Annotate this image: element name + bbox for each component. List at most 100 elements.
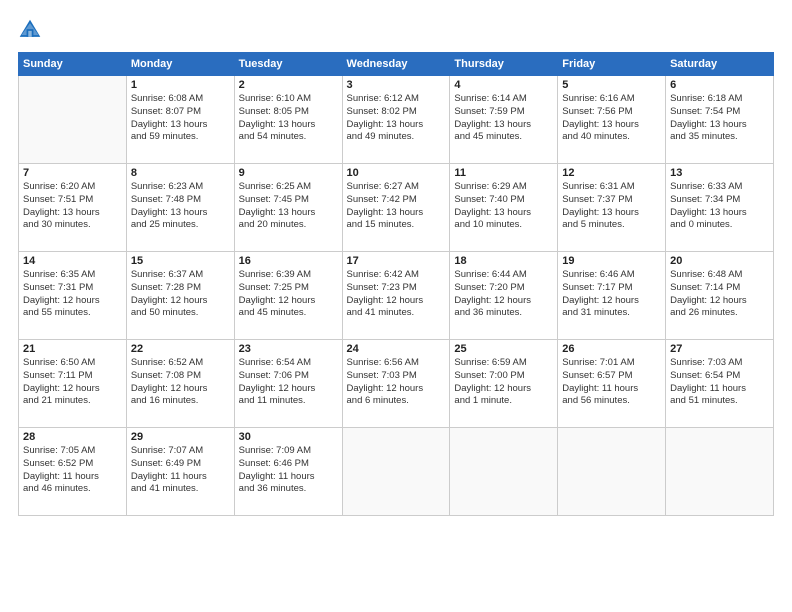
day-info: Sunrise: 6:25 AMSunset: 7:45 PMDaylight:… [239, 181, 338, 232]
day-number: 17 [347, 255, 446, 267]
day-info: Sunrise: 6:14 AMSunset: 7:59 PMDaylight:… [454, 93, 553, 144]
calendar-cell: 4 Sunrise: 6:14 AMSunset: 7:59 PMDaylight… [450, 76, 558, 164]
day-number: 27 [670, 343, 769, 355]
day-info: Sunrise: 7:05 AMSunset: 6:52 PMDaylight:… [23, 445, 122, 496]
day-info: Sunrise: 6:56 AMSunset: 7:03 PMDaylight:… [347, 357, 446, 408]
day-info: Sunrise: 6:12 AMSunset: 8:02 PMDaylight:… [347, 93, 446, 144]
calendar-week-row: 21 Sunrise: 6:50 AMSunset: 7:11 PMDayligh… [19, 340, 774, 428]
calendar-cell: 15 Sunrise: 6:37 AMSunset: 7:28 PMDayligh… [126, 252, 234, 340]
day-info: Sunrise: 6:10 AMSunset: 8:05 PMDaylight:… [239, 93, 338, 144]
calendar-cell: 19 Sunrise: 6:46 AMSunset: 7:17 PMDayligh… [558, 252, 666, 340]
day-info: Sunrise: 7:09 AMSunset: 6:46 PMDaylight:… [239, 445, 338, 496]
col-header-thursday: Thursday [450, 53, 558, 76]
day-info: Sunrise: 7:07 AMSunset: 6:49 PMDaylight:… [131, 445, 230, 496]
calendar-cell [666, 428, 774, 516]
day-number: 13 [670, 167, 769, 179]
calendar-cell: 29 Sunrise: 7:07 AMSunset: 6:49 PMDayligh… [126, 428, 234, 516]
day-info: Sunrise: 6:35 AMSunset: 7:31 PMDaylight:… [23, 269, 122, 320]
day-info: Sunrise: 6:48 AMSunset: 7:14 PMDaylight:… [670, 269, 769, 320]
calendar-cell: 6 Sunrise: 6:18 AMSunset: 7:54 PMDaylight… [666, 76, 774, 164]
calendar-cell: 14 Sunrise: 6:35 AMSunset: 7:31 PMDayligh… [19, 252, 127, 340]
calendar-table: SundayMondayTuesdayWednesdayThursdayFrid… [18, 52, 774, 516]
day-info: Sunrise: 6:08 AMSunset: 8:07 PMDaylight:… [131, 93, 230, 144]
calendar-cell [450, 428, 558, 516]
calendar-cell: 2 Sunrise: 6:10 AMSunset: 8:05 PMDaylight… [234, 76, 342, 164]
day-info: Sunrise: 6:54 AMSunset: 7:06 PMDaylight:… [239, 357, 338, 408]
day-number: 4 [454, 79, 553, 91]
day-info: Sunrise: 7:01 AMSunset: 6:57 PMDaylight:… [562, 357, 661, 408]
day-info: Sunrise: 6:46 AMSunset: 7:17 PMDaylight:… [562, 269, 661, 320]
day-number: 2 [239, 79, 338, 91]
calendar-week-row: 1 Sunrise: 6:08 AMSunset: 8:07 PMDaylight… [19, 76, 774, 164]
calendar-week-row: 14 Sunrise: 6:35 AMSunset: 7:31 PMDayligh… [19, 252, 774, 340]
calendar-cell [342, 428, 450, 516]
day-info: Sunrise: 6:42 AMSunset: 7:23 PMDaylight:… [347, 269, 446, 320]
col-header-wednesday: Wednesday [342, 53, 450, 76]
col-header-sunday: Sunday [19, 53, 127, 76]
header [18, 18, 774, 42]
day-number: 22 [131, 343, 230, 355]
calendar-cell: 8 Sunrise: 6:23 AMSunset: 7:48 PMDaylight… [126, 164, 234, 252]
day-info: Sunrise: 6:31 AMSunset: 7:37 PMDaylight:… [562, 181, 661, 232]
day-info: Sunrise: 6:20 AMSunset: 7:51 PMDaylight:… [23, 181, 122, 232]
day-number: 6 [670, 79, 769, 91]
calendar-cell: 24Sunrise: 6:56 AMSunset: 7:03 PMDayligh… [342, 340, 450, 428]
day-info: Sunrise: 6:16 AMSunset: 7:56 PMDaylight:… [562, 93, 661, 144]
day-number: 11 [454, 167, 553, 179]
day-info: Sunrise: 7:03 AMSunset: 6:54 PMDaylight:… [670, 357, 769, 408]
calendar-cell: 28 Sunrise: 7:05 AMSunset: 6:52 PMDayligh… [19, 428, 127, 516]
day-number: 1 [131, 79, 230, 91]
calendar-cell: 22 Sunrise: 6:52 AMSunset: 7:08 PMDayligh… [126, 340, 234, 428]
logo [18, 18, 46, 42]
calendar-cell: 18 Sunrise: 6:44 AMSunset: 7:20 PMDayligh… [450, 252, 558, 340]
day-number: 20 [670, 255, 769, 267]
day-info: Sunrise: 6:23 AMSunset: 7:48 PMDaylight:… [131, 181, 230, 232]
calendar-cell [19, 76, 127, 164]
day-number: 28 [23, 431, 122, 443]
calendar-cell: 10Sunrise: 6:27 AMSunset: 7:42 PMDayligh… [342, 164, 450, 252]
day-info: Sunrise: 6:39 AMSunset: 7:25 PMDaylight:… [239, 269, 338, 320]
col-header-monday: Monday [126, 53, 234, 76]
page: SundayMondayTuesdayWednesdayThursdayFrid… [0, 0, 792, 612]
day-number: 10 [347, 167, 446, 179]
day-info: Sunrise: 6:52 AMSunset: 7:08 PMDaylight:… [131, 357, 230, 408]
day-number: 21 [23, 343, 122, 355]
col-header-tuesday: Tuesday [234, 53, 342, 76]
day-number: 19 [562, 255, 661, 267]
day-number: 29 [131, 431, 230, 443]
calendar-cell: 13 Sunrise: 6:33 AMSunset: 7:34 PMDayligh… [666, 164, 774, 252]
col-header-friday: Friday [558, 53, 666, 76]
calendar-header-row: SundayMondayTuesdayWednesdayThursdayFrid… [19, 53, 774, 76]
day-number: 14 [23, 255, 122, 267]
logo-icon [18, 18, 42, 42]
calendar-cell: 25Sunrise: 6:59 AMSunset: 7:00 PMDayligh… [450, 340, 558, 428]
day-number: 7 [23, 167, 122, 179]
day-number: 25 [454, 343, 553, 355]
day-number: 30 [239, 431, 338, 443]
calendar-cell [558, 428, 666, 516]
day-info: Sunrise: 6:29 AMSunset: 7:40 PMDaylight:… [454, 181, 553, 232]
day-info: Sunrise: 6:44 AMSunset: 7:20 PMDaylight:… [454, 269, 553, 320]
day-number: 8 [131, 167, 230, 179]
calendar-cell: 20 Sunrise: 6:48 AMSunset: 7:14 PMDayligh… [666, 252, 774, 340]
calendar-cell: 26Sunrise: 7:01 AMSunset: 6:57 PMDayligh… [558, 340, 666, 428]
day-info: Sunrise: 6:33 AMSunset: 7:34 PMDaylight:… [670, 181, 769, 232]
day-info: Sunrise: 6:50 AMSunset: 7:11 PMDaylight:… [23, 357, 122, 408]
day-number: 12 [562, 167, 661, 179]
calendar-cell: 11 Sunrise: 6:29 AMSunset: 7:40 PMDayligh… [450, 164, 558, 252]
calendar-cell: 1 Sunrise: 6:08 AMSunset: 8:07 PMDaylight… [126, 76, 234, 164]
calendar-cell: 27 Sunrise: 7:03 AMSunset: 6:54 PMDayligh… [666, 340, 774, 428]
day-number: 15 [131, 255, 230, 267]
day-number: 3 [347, 79, 446, 91]
calendar-cell: 21 Sunrise: 6:50 AMSunset: 7:11 PMDayligh… [19, 340, 127, 428]
day-number: 16 [239, 255, 338, 267]
day-number: 18 [454, 255, 553, 267]
calendar-cell: 5Sunrise: 6:16 AMSunset: 7:56 PMDaylight… [558, 76, 666, 164]
day-number: 9 [239, 167, 338, 179]
day-info: Sunrise: 6:37 AMSunset: 7:28 PMDaylight:… [131, 269, 230, 320]
calendar-cell: 12 Sunrise: 6:31 AMSunset: 7:37 PMDayligh… [558, 164, 666, 252]
calendar-cell: 23Sunrise: 6:54 AMSunset: 7:06 PMDayligh… [234, 340, 342, 428]
calendar-cell: 9 Sunrise: 6:25 AMSunset: 7:45 PMDaylight… [234, 164, 342, 252]
day-info: Sunrise: 6:18 AMSunset: 7:54 PMDaylight:… [670, 93, 769, 144]
calendar-week-row: 28 Sunrise: 7:05 AMSunset: 6:52 PMDayligh… [19, 428, 774, 516]
